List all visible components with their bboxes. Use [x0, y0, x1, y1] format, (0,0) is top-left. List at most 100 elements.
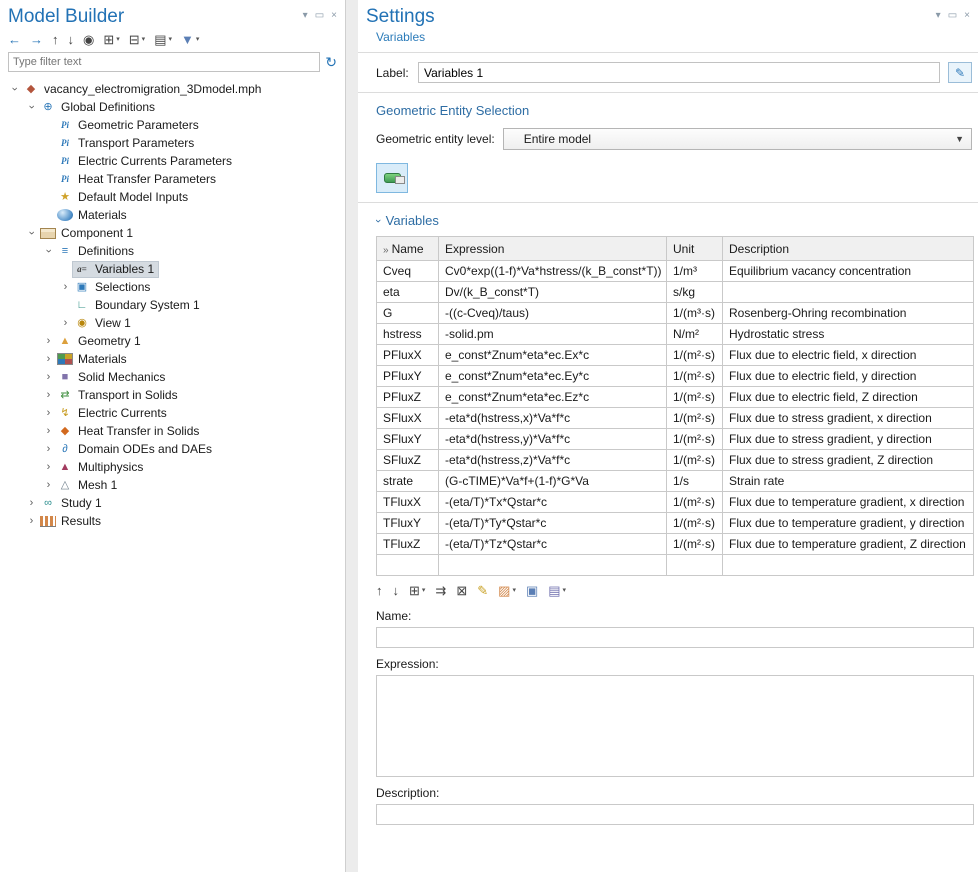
- tree-item-body[interactable]: △Mesh 1: [55, 477, 122, 494]
- tree-expander-icon[interactable]: ›: [59, 281, 72, 293]
- table-row[interactable]: PFluxXe_const*Znum*eta*ec.Ex*c1/(m²·s)Fl…: [377, 345, 974, 366]
- tree-expander-icon[interactable]: ›: [42, 461, 55, 473]
- tree-item-body[interactable]: ◉View 1: [72, 315, 136, 332]
- table-cell[interactable]: hstress: [377, 324, 439, 345]
- panel-menu-icon[interactable]: ▾: [303, 10, 308, 21]
- filter-tree-icon[interactable]: ▼▾: [181, 33, 199, 47]
- tree-expander-icon[interactable]: ›: [42, 353, 55, 365]
- rename-icon[interactable]: ✎: [948, 62, 972, 83]
- table-cell[interactable]: TFluxZ: [377, 534, 439, 555]
- tree-item-body[interactable]: ∞Study 1: [38, 495, 107, 512]
- tree-expander-icon[interactable]: ›: [25, 497, 38, 509]
- tree-item[interactable]: ›∞Study 1: [0, 494, 345, 512]
- clear-table-button[interactable]: ⊠: [456, 584, 467, 598]
- table-cell[interactable]: -(eta/T)*Tx*Qstar*c: [439, 492, 667, 513]
- tree-item-body[interactable]: ★Default Model Inputs: [55, 189, 193, 206]
- table-cell[interactable]: [723, 555, 974, 576]
- table-cell[interactable]: PFluxX: [377, 345, 439, 366]
- table-cell[interactable]: G: [377, 303, 439, 324]
- table-row[interactable]: [377, 555, 974, 576]
- table-row[interactable]: strate(G-cTIME)*Va*f+(1-f)*G*Va1/sStrain…: [377, 471, 974, 492]
- tree-item-body[interactable]: ■Solid Mechanics: [55, 369, 170, 386]
- tree-item-body[interactable]: ⇄Transport in Solids: [55, 387, 183, 404]
- tree-item[interactable]: PiGeometric Parameters: [0, 116, 345, 134]
- tree-item[interactable]: ›△Mesh 1: [0, 476, 345, 494]
- model-tree-node-text-icon[interactable]: ▤▾: [154, 33, 172, 47]
- table-cell[interactable]: Flux due to temperature gradient, Z dire…: [723, 534, 974, 555]
- table-cell[interactable]: [439, 555, 667, 576]
- table-row[interactable]: hstress-solid.pmN/m²Hydrostatic stress: [377, 324, 974, 345]
- expand-levels-icon[interactable]: ⊞▾: [103, 33, 119, 47]
- table-cell[interactable]: Flux due to temperature gradient, x dire…: [723, 492, 974, 513]
- tree-item-body[interactable]: Materials: [55, 207, 132, 224]
- table-cell[interactable]: Flux due to electric field, x direction: [723, 345, 974, 366]
- table-cell[interactable]: Equilibrium vacancy concentration: [723, 261, 974, 282]
- tree-expander-icon[interactable]: ›: [42, 389, 55, 401]
- tree-item-body[interactable]: PiHeat Transfer Parameters: [55, 171, 221, 188]
- tree-item-body[interactable]: ▲Geometry 1: [55, 333, 146, 350]
- column-header-expression[interactable]: Expression: [439, 237, 667, 261]
- tree-expander-icon[interactable]: ›: [59, 317, 72, 329]
- table-cell[interactable]: 1/(m²·s): [667, 366, 723, 387]
- tree-item[interactable]: ›Materials: [0, 350, 345, 368]
- tree-item-body[interactable]: PiGeometric Parameters: [55, 117, 204, 134]
- tree-item[interactable]: Materials: [0, 206, 345, 224]
- expression-input[interactable]: [376, 675, 974, 777]
- table-cell[interactable]: Rosenberg-Ohring recombination: [723, 303, 974, 324]
- move-down-button[interactable]: ↓: [393, 584, 400, 598]
- table-cell[interactable]: Cv0*exp((1-f)*Va*hstress/(k_B_const*T)): [439, 261, 667, 282]
- tree-item[interactable]: ›∂Domain ODEs and DAEs: [0, 440, 345, 458]
- table-cell[interactable]: -(eta/T)*Tz*Qstar*c: [439, 534, 667, 555]
- float-panel-icon[interactable]: ▭: [948, 10, 957, 21]
- table-cell[interactable]: -eta*d(hstress,z)*Va*f*c: [439, 450, 667, 471]
- table-settings-button[interactable]: ▤▾: [548, 584, 566, 598]
- tree-item[interactable]: ›▲Multiphysics: [0, 458, 345, 476]
- column-header-name[interactable]: »Name: [377, 237, 439, 261]
- table-row[interactable]: SFluxY-eta*d(hstress,y)*Va*f*c1/(m²·s)Fl…: [377, 429, 974, 450]
- refresh-icon[interactable]: ↻: [325, 54, 337, 71]
- table-cell[interactable]: (G-cTIME)*Va*f+(1-f)*G*Va: [439, 471, 667, 492]
- tree-item[interactable]: ›↯Electric Currents: [0, 404, 345, 422]
- table-cell[interactable]: 1/(m²·s): [667, 492, 723, 513]
- table-cell[interactable]: TFluxY: [377, 513, 439, 534]
- tree-expander-icon[interactable]: ›: [26, 227, 38, 240]
- table-cell[interactable]: 1/s: [667, 471, 723, 492]
- table-cell[interactable]: Strain rate: [723, 471, 974, 492]
- table-cell[interactable]: Flux due to stress gradient, Z direction: [723, 450, 974, 471]
- name-input[interactable]: [376, 627, 974, 648]
- table-row[interactable]: TFluxZ-(eta/T)*Tz*Qstar*c1/(m²·s)Flux du…: [377, 534, 974, 555]
- table-cell[interactable]: Dv/(k_B_const*T): [439, 282, 667, 303]
- tree-expander-icon[interactable]: ›: [42, 443, 55, 455]
- variables-section-title[interactable]: › Variables: [358, 203, 978, 234]
- tree-item-body[interactable]: ↯Electric Currents: [55, 405, 172, 422]
- table-cell[interactable]: -solid.pm: [439, 324, 667, 345]
- column-header-unit[interactable]: Unit: [667, 237, 723, 261]
- table-cell[interactable]: 1/(m²·s): [667, 450, 723, 471]
- tree-item-body[interactable]: PiElectric Currents Parameters: [55, 153, 237, 170]
- table-row[interactable]: PFluxYe_const*Znum*eta*ec.Ey*c1/(m²·s)Fl…: [377, 366, 974, 387]
- table-cell[interactable]: -((c-Cveq)/taus): [439, 303, 667, 324]
- table-row[interactable]: CveqCv0*exp((1-f)*Va*hstress/(k_B_const*…: [377, 261, 974, 282]
- panel-menu-icon[interactable]: ▾: [936, 10, 941, 21]
- table-cell[interactable]: Flux due to electric field, y direction: [723, 366, 974, 387]
- tree-item-body[interactable]: ▣Selections: [72, 279, 155, 296]
- tree-item[interactable]: ›⇄Transport in Solids: [0, 386, 345, 404]
- tree-item[interactable]: ›▣Selections: [0, 278, 345, 296]
- table-cell[interactable]: e_const*Znum*eta*ec.Ey*c: [439, 366, 667, 387]
- table-row[interactable]: SFluxZ-eta*d(hstress,z)*Va*f*c1/(m²·s)Fl…: [377, 450, 974, 471]
- table-row[interactable]: TFluxX-(eta/T)*Tx*Qstar*c1/(m²·s)Flux du…: [377, 492, 974, 513]
- geometric-entity-level-select[interactable]: Entire model ▼: [503, 128, 972, 150]
- table-cell[interactable]: 1/(m²·s): [667, 408, 723, 429]
- close-panel-icon[interactable]: ×: [964, 10, 970, 21]
- load-from-file-button[interactable]: ▨▾: [498, 584, 516, 598]
- forward-icon[interactable]: →: [30, 33, 43, 47]
- move-down-icon[interactable]: ↓: [68, 33, 75, 47]
- table-row[interactable]: etaDv/(k_B_const*T)s/kg: [377, 282, 974, 303]
- table-cell[interactable]: e_const*Znum*eta*ec.Ez*c: [439, 387, 667, 408]
- tree-item-body[interactable]: a=Variables 1: [72, 261, 159, 278]
- table-cell[interactable]: s/kg: [667, 282, 723, 303]
- tree-item[interactable]: ∟Boundary System 1: [0, 296, 345, 314]
- table-cell[interactable]: PFluxY: [377, 366, 439, 387]
- tree-expander-icon[interactable]: ›: [43, 245, 55, 258]
- table-cell[interactable]: 1/(m²·s): [667, 345, 723, 366]
